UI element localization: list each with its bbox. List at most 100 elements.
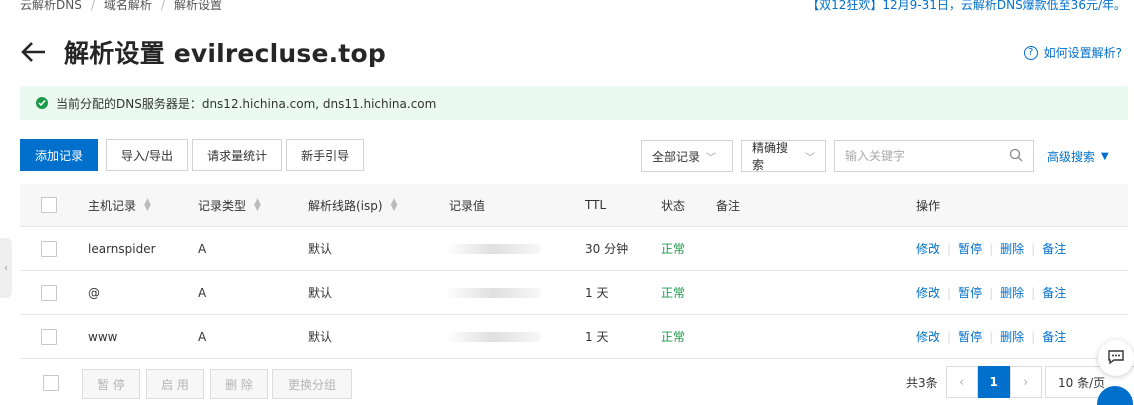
remark-link[interactable]: 备注 xyxy=(1042,328,1066,345)
search-box xyxy=(834,140,1034,172)
guide-button[interactable]: 新手引导 xyxy=(286,139,365,171)
select-all-checkbox[interactable] xyxy=(41,197,57,213)
type-cell: A xyxy=(198,241,207,256)
status-cell: 正常 xyxy=(661,242,686,256)
column-line-label: 解析线路(isp) xyxy=(308,198,383,213)
pause-link[interactable]: 暂停 xyxy=(958,240,982,257)
table-row: www A 默认 1 天 正常 修改 | 暂停 | 删除 | 备注 xyxy=(20,315,1128,359)
row-checkbox-cell xyxy=(41,271,57,314)
bulk-enable-button[interactable]: 启 用 xyxy=(146,369,204,399)
row-checkbox[interactable] xyxy=(41,240,57,257)
line-cell: 默认 xyxy=(308,330,333,344)
remark-link[interactable]: 备注 xyxy=(1042,284,1066,301)
side-collapse-tab[interactable]: ‹ xyxy=(0,238,12,298)
remark-link[interactable]: 备注 xyxy=(1042,240,1066,257)
column-actions: 操作 xyxy=(916,198,941,213)
column-host[interactable]: 主机记录 ▲ ▼ xyxy=(88,184,151,226)
record-filter-value: 全部记录 xyxy=(652,149,701,164)
chevron-down-icon: ﹀ xyxy=(805,152,815,164)
host-cell: learnspider xyxy=(88,241,156,256)
breadcrumb: 云解析DNS / 域名解析 / 解析设置 xyxy=(20,0,222,13)
check-circle-icon xyxy=(36,97,48,109)
advanced-search-label: 高级搜索 xyxy=(1047,150,1096,164)
bulk-group-button[interactable]: 更换分组 xyxy=(272,369,352,399)
next-page-button[interactable]: › xyxy=(1009,366,1042,398)
value-cell-redacted xyxy=(445,227,541,270)
status-cell: 正常 xyxy=(661,286,686,300)
back-arrow-icon[interactable] xyxy=(20,38,48,66)
value-cell-redacted xyxy=(445,315,541,358)
promo-link[interactable]: 【双12狂欢】12月9-31日，云解析DNS爆款低至36元/年。 xyxy=(807,0,1126,13)
table-row: learnspider A 默认 30 分钟 正常 修改 | 暂停 | 删除 | 备注 xyxy=(20,227,1128,271)
row-actions: 修改 | 暂停 | 删除 | 备注 xyxy=(916,284,1067,301)
total-count: 共3条 xyxy=(906,375,938,390)
host-cell: @ xyxy=(88,285,100,300)
line-cell: 默认 xyxy=(308,242,333,256)
add-record-button[interactable]: 添加记录 xyxy=(20,139,99,171)
sort-icon: ▲ ▼ xyxy=(254,197,261,213)
row-checkbox[interactable] xyxy=(41,328,57,345)
breadcrumb-item-dns[interactable]: 云解析DNS xyxy=(20,0,82,12)
chevron-down-icon: ﹀ xyxy=(706,152,717,164)
page-title: 解析设置 evilrecluse.top xyxy=(64,39,386,68)
bulk-delete-button[interactable]: 删 除 xyxy=(210,369,268,399)
question-icon: ? xyxy=(1023,45,1038,60)
search-icon[interactable] xyxy=(1009,148,1023,165)
edit-link[interactable]: 修改 xyxy=(916,240,940,257)
type-cell: A xyxy=(198,285,207,300)
column-line[interactable]: 解析线路(isp) ▲ ▼ xyxy=(308,184,398,226)
pause-link[interactable]: 暂停 xyxy=(958,284,982,301)
column-type[interactable]: 记录类型 ▲ ▼ xyxy=(198,184,261,226)
delete-link[interactable]: 删除 xyxy=(1000,284,1024,301)
delete-link[interactable]: 删除 xyxy=(1000,328,1024,345)
keyword-input[interactable] xyxy=(845,149,1009,163)
table-header: 主机记录 ▲ ▼ 记录类型 ▲ ▼ 解析线路(isp) ▲ ▼ 记录值 TTL 状态 备注 … xyxy=(20,184,1128,227)
column-remark: 备注 xyxy=(716,198,741,213)
type-cell: A xyxy=(198,329,207,344)
chat-float-button[interactable] xyxy=(1098,340,1134,376)
value-cell-redacted xyxy=(445,271,541,314)
search-mode-value: 精确搜索 xyxy=(752,141,789,172)
request-stats-button[interactable]: 请求量统计 xyxy=(192,139,283,171)
advanced-search-link[interactable]: 高级搜索 ▼ xyxy=(1047,148,1109,165)
pagination: 共3条 ‹ 1 › xyxy=(906,366,1042,398)
breadcrumb-item-domain[interactable]: 域名解析 xyxy=(104,0,152,12)
line-cell: 默认 xyxy=(308,286,333,300)
help-link[interactable]: ? 如何设置解析? xyxy=(1023,44,1122,61)
prev-page-button[interactable]: ‹ xyxy=(945,366,978,398)
ttl-cell: 30 分钟 xyxy=(585,242,629,256)
row-actions: 修改 | 暂停 | 删除 | 备注 xyxy=(916,328,1067,345)
caret-down-icon: ▼ xyxy=(1101,151,1109,162)
ttl-cell: 1 天 xyxy=(585,286,609,300)
search-mode-select[interactable]: 精确搜索 ﹀ xyxy=(741,140,826,172)
bulk-pause-button[interactable]: 暂 停 xyxy=(82,369,140,399)
row-checkbox[interactable] xyxy=(41,284,57,301)
edit-link[interactable]: 修改 xyxy=(916,328,940,345)
column-ttl: TTL xyxy=(585,198,607,212)
page-button-current[interactable]: 1 xyxy=(977,366,1010,398)
sort-icon: ▲ ▼ xyxy=(144,197,151,213)
column-host-label: 主机记录 xyxy=(88,198,137,213)
import-export-button[interactable]: 导入/导出 xyxy=(106,139,189,171)
help-link-label: 如何设置解析? xyxy=(1043,46,1122,60)
host-cell: www xyxy=(88,329,118,344)
row-checkbox-cell xyxy=(41,227,57,270)
edit-link[interactable]: 修改 xyxy=(916,284,940,301)
toolbar: 添加记录 导入/导出 请求量统计 新手引导 xyxy=(20,139,368,171)
dns-notice: 当前分配的DNS服务器是：dns12.hichina.com, dns11.hi… xyxy=(20,86,1128,120)
table-row: @ A 默认 1 天 正常 修改 | 暂停 | 删除 | 备注 xyxy=(20,271,1128,315)
select-all-cell xyxy=(41,184,57,226)
records-table: 主机记录 ▲ ▼ 记录类型 ▲ ▼ 解析线路(isp) ▲ ▼ 记录值 TTL 状态 备注 … xyxy=(20,184,1128,359)
delete-link[interactable]: 删除 xyxy=(1000,240,1024,257)
breadcrumb-separator: / xyxy=(90,0,95,12)
row-actions: 修改 | 暂停 | 删除 | 备注 xyxy=(916,240,1067,257)
pause-link[interactable]: 暂停 xyxy=(958,328,982,345)
title-row: 解析设置 evilrecluse.top xyxy=(20,34,386,70)
column-status: 状态 xyxy=(661,198,686,213)
breadcrumb-item-current: 解析设置 xyxy=(173,0,222,12)
page-size-value: 10 条/页 xyxy=(1058,375,1106,390)
ttl-cell: 1 天 xyxy=(585,330,609,344)
record-filter-select[interactable]: 全部记录 ﹀ xyxy=(641,140,733,172)
row-checkbox-cell xyxy=(41,315,57,358)
footer-select-all-checkbox[interactable] xyxy=(43,375,59,391)
